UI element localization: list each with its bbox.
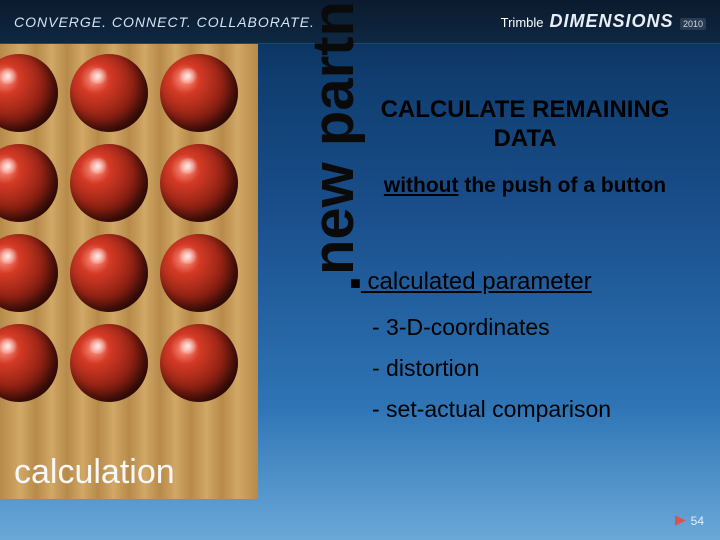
subhead-rest: the push of a button [459, 174, 667, 197]
abacus-image [0, 44, 258, 499]
header-tagline: CONVERGE. CONNECT. COLLABORATE. [14, 14, 315, 30]
bullet-sub: - 3-D-coordinates [372, 314, 700, 341]
subheadline: without the push of a button [350, 174, 700, 198]
bullet-sub: - distortion [372, 355, 700, 382]
headline-line1: CALCULATE REMAINING [381, 96, 670, 123]
header-logo: Trimble DIMENSIONS 2010 [501, 11, 706, 32]
bullet-sub: - set-actual comparison [372, 396, 700, 423]
page-number: 54 [675, 514, 704, 528]
logo-brand: Trimble [501, 15, 544, 30]
content-area: CALCULATE REMAINING DATA without the pus… [350, 96, 700, 423]
image-caption: calculation [14, 453, 175, 492]
subhead-underlined: without [384, 174, 459, 197]
bullet-list: ■ calculated parameter - 3-D-coordinates… [350, 268, 700, 423]
headline: CALCULATE REMAINING DATA [350, 96, 700, 154]
bullet-main-text: calculated parameter [361, 268, 592, 295]
bullet-main: ■ calculated parameter [350, 268, 700, 296]
headline-line2: DATA [493, 125, 556, 152]
logo-year: 2010 [680, 18, 706, 30]
logo-product: DIMENSIONS [550, 11, 674, 31]
slide-root: CONVERGE. CONNECT. COLLABORATE. Trimble … [0, 0, 720, 540]
square-bullet-icon: ■ [350, 273, 361, 293]
